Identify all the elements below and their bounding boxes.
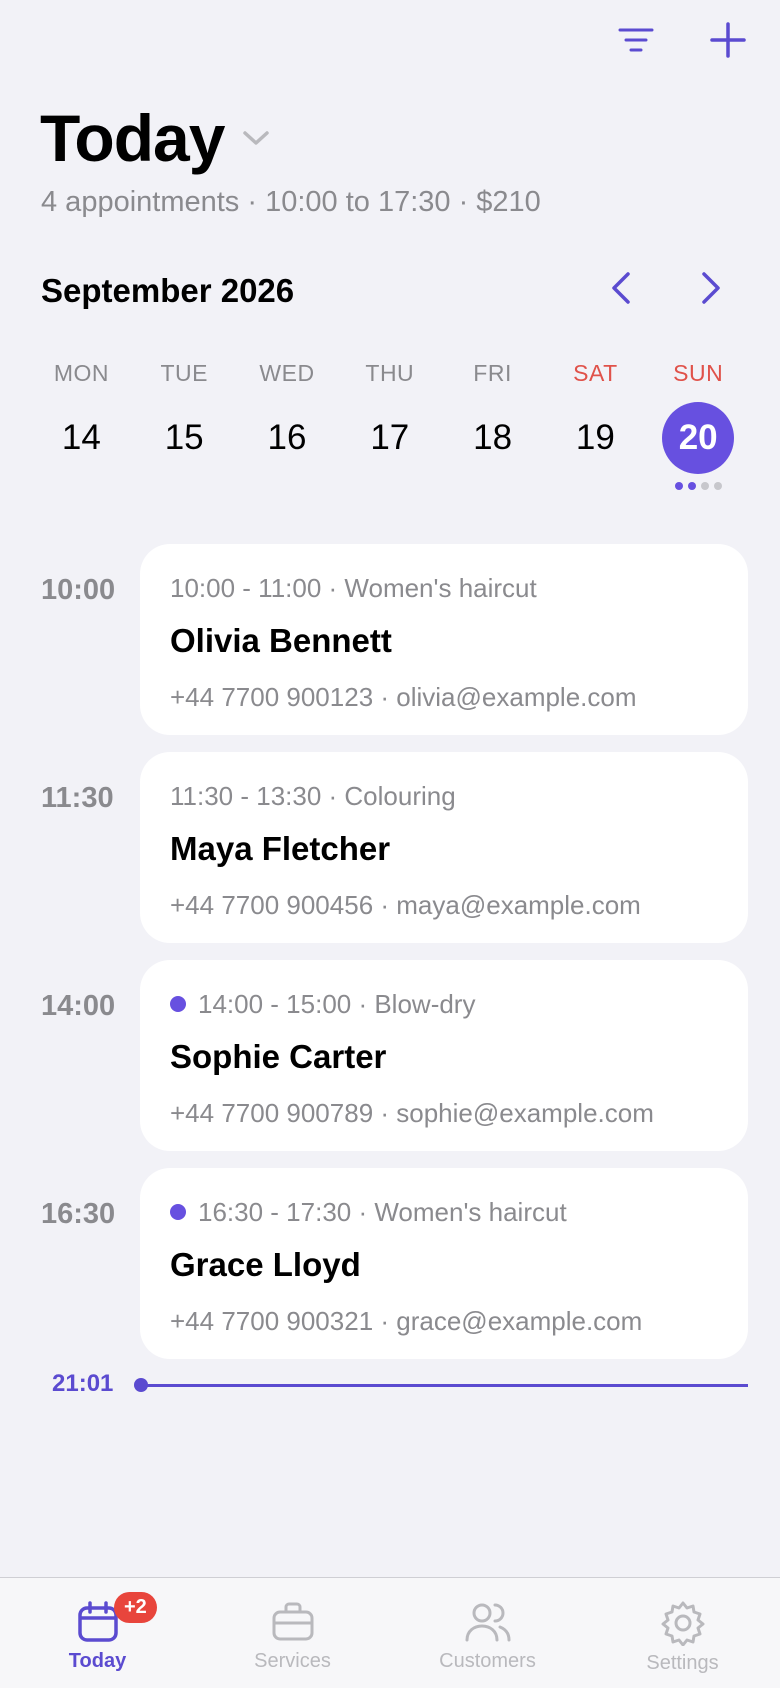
status-dot (170, 1204, 186, 1220)
month-header: September 2026 (41, 268, 730, 313)
gear-icon (661, 1601, 704, 1646)
day-of-week: SUN (673, 360, 724, 386)
people-icon (465, 1603, 510, 1642)
appointment-card[interactable]: 11:30 - 13:30 · Colouring Maya Fletcher … (140, 752, 748, 943)
day-number: 17 (370, 418, 410, 457)
tab-label: Settings (646, 1652, 719, 1674)
day-number: 19 (575, 418, 615, 457)
briefcase-icon (272, 1602, 313, 1641)
day-of-week: FRI (473, 360, 512, 386)
time-slot: 10:00 10:00 - 11:00 · Women's haircut Ol… (0, 544, 780, 752)
calendar-icon (77, 1601, 118, 1642)
appointment-card[interactable]: 10:00 - 11:00 · Women's haircut Olivia B… (140, 544, 748, 735)
appointment-time-service: 11:30 - 13:30 · Colouring (170, 780, 456, 811)
tab-bar: +2 Today Services Customers Settings (0, 1577, 780, 1688)
time-slot: 11:30 11:30 - 13:30 · Colouring Maya Fle… (0, 752, 780, 960)
appointment-time-service: 16:30 - 17:30 · Women's haircut (198, 1196, 567, 1227)
week-strip: MON 14 TUE 15 WED 16 THU 17 FRI 18 SAT 1… (30, 360, 750, 490)
appointment-dot (713, 482, 722, 490)
appointment-meta: 11:30 - 13:30 · Colouring (170, 780, 718, 812)
customer-contact: +44 7700 900789 · sophie@example.com (170, 1098, 654, 1128)
day-wednesday[interactable]: WED 16 (236, 360, 339, 490)
time-slot: 16:30 16:30 - 17:30 · Women's haircut Gr… (0, 1168, 780, 1376)
filter-button[interactable] (614, 18, 658, 62)
customer-contact: +44 7700 900456 · maya@example.com (170, 890, 641, 920)
current-time-dot (134, 1378, 148, 1392)
status-dot (170, 996, 186, 1012)
day-of-week: MON (53, 360, 109, 386)
appointment-meta: 10:00 - 11:00 · Women's haircut (170, 572, 718, 604)
tab-settings[interactable]: Settings (585, 1578, 780, 1688)
day-number: 18 (473, 418, 513, 457)
appointment-meta: 14:00 - 15:00 · Blow-dry (170, 988, 718, 1020)
day-number: 14 (61, 418, 101, 457)
add-appointment-button[interactable] (706, 18, 750, 62)
appointment-dot (687, 482, 696, 490)
appointment-time-service: 10:00 - 11:00 · Women's haircut (170, 572, 537, 603)
notification-badge: +2 (114, 1592, 157, 1623)
slot-time: 10:00 (41, 574, 116, 606)
tab-label: Services (254, 1650, 331, 1672)
appointment-dots (647, 482, 750, 490)
customer-contact: +44 7700 900321 · grace@example.com (170, 1306, 643, 1336)
customer-name: Maya Fletcher (170, 830, 391, 867)
day-of-week: THU (365, 360, 415, 386)
day-of-week: WED (259, 360, 315, 386)
month-nav (602, 268, 730, 313)
tab-customers[interactable]: Customers (390, 1578, 585, 1688)
appointment-card[interactable]: 16:30 - 17:30 · Women's haircut Grace Ll… (140, 1168, 748, 1359)
tab-label: Today (68, 1650, 127, 1672)
day-tuesday[interactable]: TUE 15 (133, 360, 236, 490)
day-summary: 4 appointments · 10:00 to 17:30 · $210 (41, 186, 541, 218)
tab-services[interactable]: Services (195, 1578, 390, 1688)
appointment-timeline: 10:00 10:00 - 11:00 · Women's haircut Ol… (0, 544, 780, 1376)
filter-icon (618, 28, 654, 52)
slot-time: 14:00 (41, 990, 116, 1022)
customer-contact: +44 7700 900123 · olivia@example.com (170, 682, 637, 712)
current-time-indicator: 21:01 (0, 1370, 780, 1400)
slot-time: 16:30 (41, 1198, 116, 1230)
appointment-card[interactable]: 14:00 - 15:00 · Blow-dry Sophie Carter +… (140, 960, 748, 1151)
customer-name: Sophie Carter (170, 1038, 387, 1075)
current-time-label: 21:01 (52, 1370, 114, 1397)
next-week-button[interactable] (690, 268, 730, 313)
day-saturday[interactable]: SAT 19 (544, 360, 647, 490)
appointment-dot (700, 482, 709, 490)
appointment-meta: 16:30 - 17:30 · Women's haircut (170, 1196, 718, 1228)
top-actions (614, 18, 750, 62)
appointment-dot (674, 482, 683, 490)
title-selector[interactable]: Today (40, 100, 270, 176)
appointment-time-service: 14:00 - 15:00 · Blow-dry (198, 988, 476, 1019)
day-friday[interactable]: FRI 18 (441, 360, 544, 490)
selected-day-number: 20 (662, 402, 735, 474)
customer-name: Grace Lloyd (170, 1246, 361, 1283)
slot-time: 11:30 (41, 782, 114, 814)
day-thursday[interactable]: THU 17 (338, 360, 441, 490)
tab-label: Customers (439, 1650, 536, 1672)
day-number: 16 (267, 418, 307, 457)
day-of-week: SAT (573, 360, 618, 386)
day-monday[interactable]: MON 14 (30, 360, 133, 490)
day-sunday[interactable]: SUN 20 (647, 360, 750, 490)
day-number: 15 (164, 418, 204, 457)
customer-name: Olivia Bennett (170, 622, 392, 659)
previous-week-button[interactable] (602, 268, 642, 313)
plus-icon (710, 22, 746, 58)
page-title: Today (40, 101, 225, 175)
chevron-down-icon (243, 131, 270, 145)
chevron-left-icon (612, 272, 630, 304)
day-of-week: TUE (160, 360, 208, 386)
time-slot: 14:00 14:00 - 15:00 · Blow-dry Sophie Ca… (0, 960, 780, 1168)
month-label: September 2026 (41, 271, 295, 309)
current-time-line (140, 1384, 748, 1387)
chevron-right-icon (702, 272, 720, 304)
tab-today[interactable]: +2 Today (0, 1578, 195, 1688)
